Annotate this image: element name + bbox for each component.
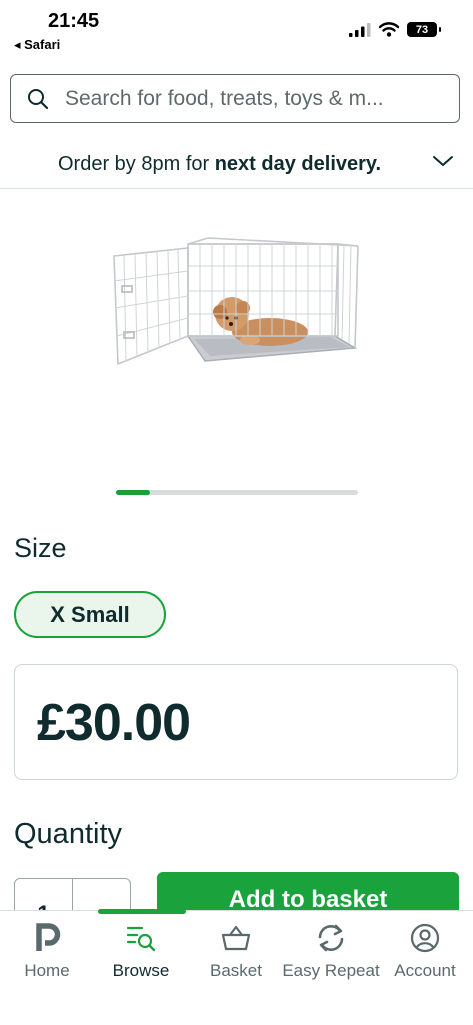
delivery-prefix: Order by 8pm for [58,153,215,175]
tab-label: Browse [112,961,170,980]
delivery-highlight: next day delivery. [214,153,382,175]
wifi-icon [379,22,399,37]
search-input[interactable] [63,85,437,112]
tab-account[interactable]: Account [378,923,472,981]
image-carousel-progress [116,490,358,495]
product-price: £30.00 [37,694,191,752]
browse-search-icon [126,926,156,952]
delivery-banner[interactable]: Order by 8pm for next day delivery. [0,140,473,189]
active-tab-indicator [98,909,186,914]
account-icon [410,923,440,953]
tab-easy-repeat[interactable]: Easy Repeat [282,923,380,981]
repeat-icon [318,924,344,952]
tab-home[interactable]: Home [0,923,94,981]
tab-label: Easy Repeat [282,961,380,980]
search-icon [28,88,49,109]
chevron-down-icon[interactable] [432,154,454,168]
battery-icon: 73 [407,22,441,37]
basket-icon [221,925,251,951]
back-to-safari-link[interactable]: ◂ Safari [14,37,60,53]
tab-label: Home [24,961,70,980]
battery-level: 73 [415,23,429,36]
home-p-logo-icon [36,923,61,951]
tab-label: Account [394,961,456,980]
carousel-progress-fill [116,490,150,495]
delivery-message: Order by 8pm for next day delivery. [58,153,381,176]
tab-browse[interactable]: Browse [94,923,188,981]
clock: 21:45 [48,10,100,32]
size-option-selected[interactable]: X Small [14,591,166,638]
product-image-dog-crate[interactable] [110,236,362,386]
bottom-tab-bar: Home Browse Basket Easy Repeat Account [0,909,473,1025]
quantity-heading: Quantity [14,818,122,850]
cellular-signal-icon [349,22,371,37]
tab-label: Basket [210,961,262,980]
status-bar: 21:45 ◂ Safari 73 [0,0,473,62]
tab-basket[interactable]: Basket [189,923,283,981]
search-bar[interactable] [10,74,460,123]
price-card: £30.00 [14,664,458,780]
status-icons: 73 [349,22,441,37]
size-heading: Size [14,533,67,563]
